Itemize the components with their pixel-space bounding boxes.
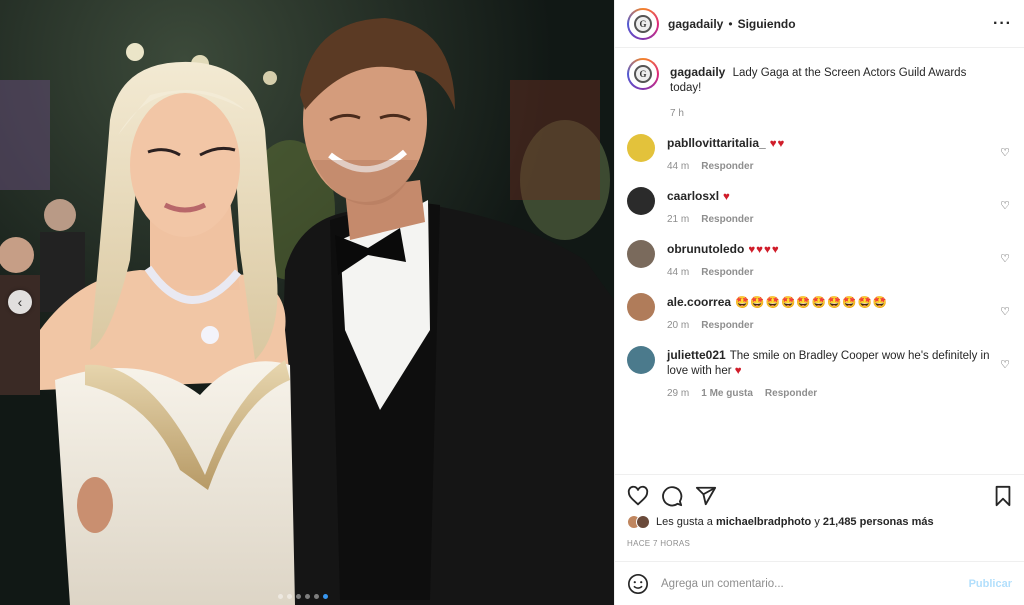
caption-meta: 7 h bbox=[670, 108, 990, 119]
like-comment-heart-icon[interactable]: ♡ bbox=[1000, 252, 1010, 265]
caption-time[interactable]: 7 h bbox=[670, 108, 684, 119]
comment-time[interactable]: 44 m bbox=[667, 161, 689, 172]
publish-button[interactable]: Publicar bbox=[969, 578, 1012, 590]
reply-button[interactable]: Responder bbox=[765, 388, 817, 399]
comment-meta: 44 m Responder bbox=[667, 267, 990, 278]
comment-username[interactable]: juliette021 bbox=[667, 348, 726, 362]
separator-dot: • bbox=[728, 16, 733, 31]
comment-username[interactable]: obrunutoledo bbox=[667, 242, 744, 256]
caption-username[interactable]: gagadaily bbox=[670, 65, 725, 79]
post-photo[interactable]: ‹ bbox=[0, 0, 614, 605]
likes-connector: y bbox=[814, 516, 820, 528]
follow-status-button[interactable]: Siguiendo bbox=[738, 17, 796, 31]
carousel-dot bbox=[287, 594, 292, 599]
add-comment-bar: Publicar bbox=[615, 561, 1024, 605]
comment-meta: 44 m Responder bbox=[667, 161, 990, 172]
emoji-icon[interactable] bbox=[627, 573, 649, 595]
likes-summary: Les gusta a michaelbradphoto y 21,485 pe… bbox=[627, 515, 1014, 529]
avatar[interactable]: G bbox=[627, 7, 659, 40]
comment-username[interactable]: ale.coorrea bbox=[667, 295, 731, 309]
carousel-dot bbox=[278, 594, 283, 599]
carousel-dot bbox=[296, 594, 301, 599]
comment-username[interactable]: pabllovittaritalia_ bbox=[667, 136, 766, 150]
avatar[interactable] bbox=[627, 240, 655, 268]
reply-button[interactable]: Responder bbox=[701, 214, 753, 225]
comment-likes[interactable]: 1 Me gusta bbox=[701, 388, 753, 399]
comment-meta: 21 m Responder bbox=[667, 214, 990, 225]
heart-emoji: ♥ bbox=[723, 191, 731, 203]
ellipsis-icon[interactable]: ··· bbox=[993, 15, 1012, 33]
avatar[interactable]: G bbox=[627, 58, 659, 90]
post-actions: Les gusta a michaelbradphoto y 21,485 pe… bbox=[615, 474, 1024, 548]
reply-button[interactable]: Responder bbox=[701, 320, 753, 331]
post-header: G gagadaily • Siguiendo ··· bbox=[615, 0, 1024, 48]
comment-meta: 29 m 1 Me gusta Responder bbox=[667, 388, 990, 399]
comment-meta: 20 m Responder bbox=[667, 320, 990, 331]
comment-time[interactable]: 29 m bbox=[667, 388, 689, 399]
comment-item: juliette021 The smile on Bradley Cooper w… bbox=[627, 346, 1012, 399]
post-caption: G gagadaily Lady Gaga at the Screen Acto… bbox=[627, 58, 1012, 119]
comment-item: ale.coorrea 🤩🤩🤩🤩🤩🤩🤩🤩🤩🤩 20 m Responder ♡ bbox=[627, 293, 1012, 331]
liker-avatar[interactable] bbox=[636, 515, 650, 529]
carousel-dots bbox=[278, 594, 328, 599]
star-eyes-emoji: 🤩🤩🤩🤩🤩🤩🤩🤩🤩🤩 bbox=[735, 297, 889, 309]
comment-item: pabllovittaritalia_ ♥♥ 44 m Responder ♡ bbox=[627, 134, 1012, 172]
carousel-dot bbox=[305, 594, 310, 599]
carousel-dot bbox=[314, 594, 319, 599]
avatar[interactable] bbox=[627, 134, 655, 162]
heart-emoji: ♥♥ bbox=[769, 138, 786, 150]
comment-input[interactable] bbox=[661, 577, 969, 590]
like-comment-heart-icon[interactable]: ♡ bbox=[1000, 358, 1010, 371]
comment-time[interactable]: 44 m bbox=[667, 267, 689, 278]
comment-time[interactable]: 21 m bbox=[667, 214, 689, 225]
carousel-prev-button[interactable]: ‹ bbox=[8, 290, 32, 314]
avatar[interactable] bbox=[627, 293, 655, 321]
comment-time[interactable]: 20 m bbox=[667, 320, 689, 331]
bookmark-icon[interactable] bbox=[992, 485, 1014, 507]
likes-prefix: Les gusta a bbox=[656, 516, 713, 528]
avatar[interactable] bbox=[627, 346, 655, 374]
comment-username[interactable]: caarlosxl bbox=[667, 189, 719, 203]
like-comment-heart-icon[interactable]: ♡ bbox=[1000, 199, 1010, 212]
reply-button[interactable]: Responder bbox=[701, 161, 753, 172]
comment-item: caarlosxl ♥ 21 m Responder ♡ bbox=[627, 187, 1012, 225]
likes-others[interactable]: 21,485 personas más bbox=[823, 516, 934, 528]
likes-user[interactable]: michaelbradphoto bbox=[716, 516, 811, 528]
photo-illustration bbox=[0, 0, 614, 605]
comments-list[interactable]: G gagadaily Lady Gaga at the Screen Acto… bbox=[615, 48, 1024, 474]
avatar[interactable] bbox=[627, 187, 655, 215]
like-comment-heart-icon[interactable]: ♡ bbox=[1000, 305, 1010, 318]
share-icon[interactable] bbox=[695, 485, 717, 507]
action-icons bbox=[627, 481, 1014, 511]
comment-item: obrunutoledo ♥♥♥♥ 44 m Responder ♡ bbox=[627, 240, 1012, 278]
post-side-panel: G gagadaily • Siguiendo ··· G gagadaily … bbox=[614, 0, 1024, 605]
like-comment-heart-icon[interactable]: ♡ bbox=[1000, 146, 1010, 159]
comment-icon[interactable] bbox=[661, 485, 683, 507]
heart-emoji: ♥ bbox=[734, 365, 743, 377]
post-time-ago[interactable]: HACE 7 HORAS bbox=[627, 539, 1014, 548]
heart-emoji: ♥♥♥♥ bbox=[748, 244, 780, 256]
reply-button[interactable]: Responder bbox=[701, 267, 753, 278]
carousel-dot bbox=[323, 594, 328, 599]
post-username[interactable]: gagadaily bbox=[668, 17, 723, 31]
heart-icon[interactable] bbox=[627, 485, 649, 507]
